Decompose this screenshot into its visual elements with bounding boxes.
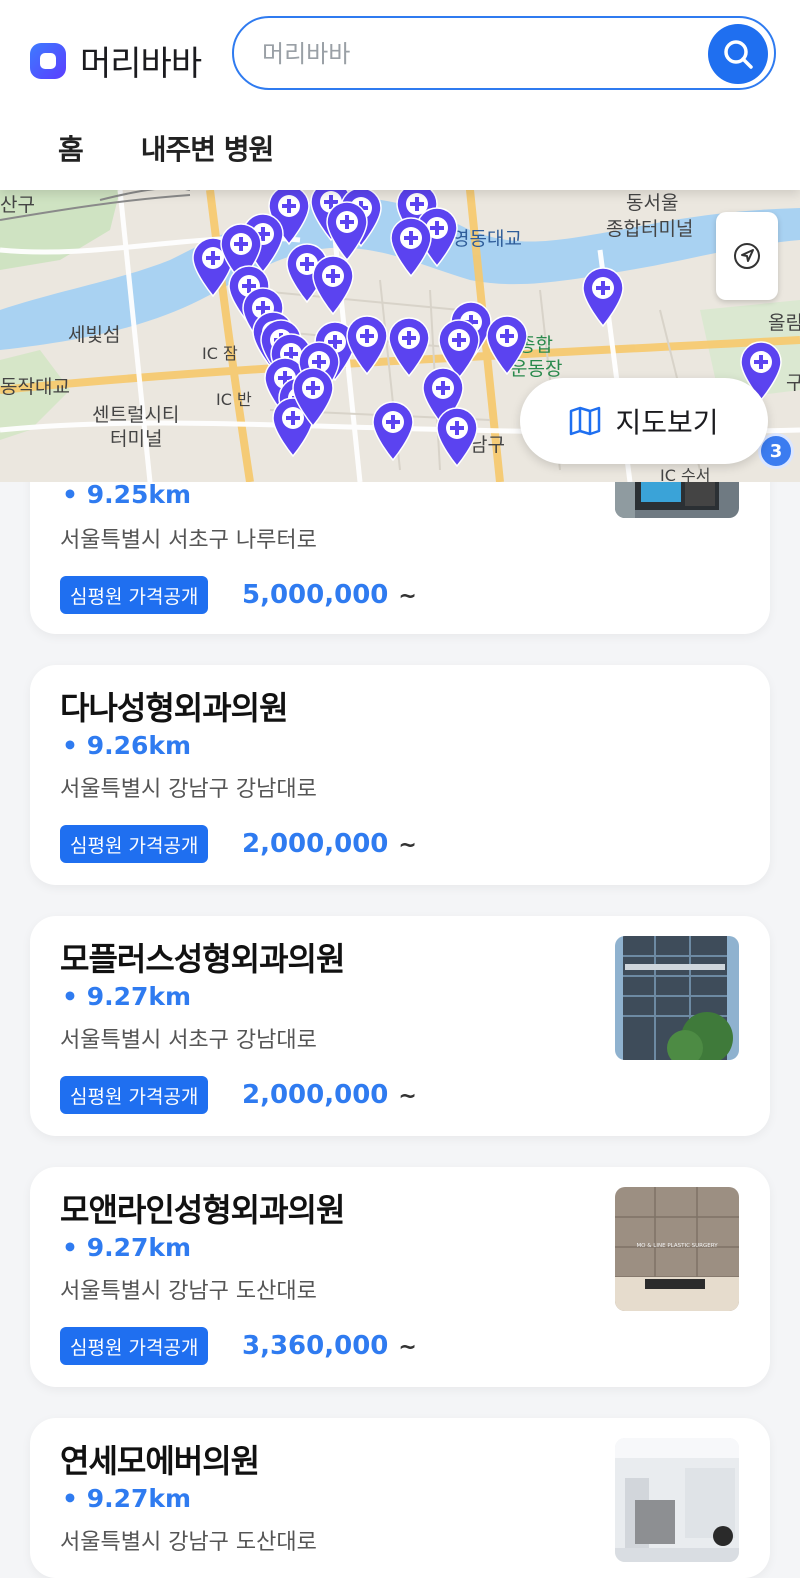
hospital-name: 모플러스성형외과의원: [60, 940, 345, 978]
hospital-card[interactable]: 다나성형외과의원 • 9.26km 서울특별시 강남구 강남대로 심평원 가격공…: [30, 665, 770, 885]
price-disclosure-badge: 심평원 가격공개: [60, 576, 209, 614]
logo-mark-icon: [30, 42, 66, 79]
hospital-address: 서울특별시 서초구 나루터로: [60, 528, 317, 553]
hospital-address: 서울특별시 강남구 도산대로: [60, 1279, 317, 1304]
hospital-pin-icon[interactable]: [388, 216, 434, 278]
hospital-thumbnail: MO & LINE PLASTIC SURGERY: [615, 1187, 739, 1311]
map-label: IC 반: [216, 390, 252, 409]
search-input[interactable]: [260, 32, 684, 76]
map-label: 올림: [768, 312, 800, 334]
price-disclosure-badge: 심평원 가격공개: [60, 1076, 209, 1114]
hospital-address: 서울특별시 서초구 강남대로: [60, 1028, 317, 1053]
map-label: IC 수서: [660, 466, 711, 482]
hospital-price: 5,000,000 ~: [242, 580, 417, 610]
hospital-distance: • 9.27km: [62, 1484, 192, 1513]
hospital-distance: • 9.27km: [62, 982, 192, 1011]
price-disclosure-badge: 심평원 가격공개: [60, 1327, 209, 1365]
hospital-distance: • 9.25km: [62, 480, 192, 509]
hospital-thumbnail: [615, 936, 739, 1060]
navigation-arrow-icon: [734, 243, 760, 269]
hospital-distance: • 9.27km: [62, 1233, 192, 1262]
hospital-price: 2,000,000 ~: [242, 1080, 417, 1110]
map-label: 터미널: [110, 428, 163, 450]
hospital-card[interactable]: 모플러스성형외과의원 • 9.27km 서울특별시 서초구 강남대로 심평원 가…: [30, 916, 770, 1136]
current-location-button[interactable]: [716, 212, 778, 300]
map-label: 영동대교: [452, 228, 522, 250]
hospital-address: 서울특별시 강남구 강남대로: [60, 777, 317, 802]
hospital-map[interactable]: 산구 동서울 종합터미널 영동대교 세빛섬 IC 잠 종합 운동장 올림 동작대…: [0, 190, 800, 482]
map-label: 센트럴시티: [92, 404, 180, 426]
hospital-pin-icon[interactable]: [310, 254, 356, 316]
hospital-pin-icon[interactable]: [484, 314, 530, 376]
hospital-pin-icon[interactable]: [580, 266, 626, 328]
map-label: 동서울: [626, 192, 679, 214]
app-logo[interactable]: 머리바바: [30, 36, 202, 85]
hospital-address: 서울특별시 강남구 도산대로: [60, 1530, 317, 1555]
hospital-name: 다나성형외과의원: [60, 689, 289, 727]
tab-home[interactable]: 홈: [58, 128, 84, 168]
map-label: 산구: [0, 194, 35, 216]
map-label: 종합터미널: [606, 218, 694, 240]
hospital-pin-icon[interactable]: [324, 200, 370, 262]
app-header: 머리바바 홈 내주변 병원: [0, 0, 800, 190]
hospital-pin-icon[interactable]: [344, 314, 390, 376]
map-label: 구: [786, 372, 800, 394]
hospital-name: 연세모에버의원: [60, 1442, 260, 1480]
hospital-name: 모앤라인성형외과의원: [60, 1191, 345, 1229]
map-view-button[interactable]: 지도보기: [520, 378, 768, 464]
map-label: IC 잠: [202, 344, 238, 363]
hospital-pin-icon[interactable]: [370, 400, 416, 462]
search-button[interactable]: [708, 24, 768, 84]
hospital-distance: • 9.26km: [62, 731, 192, 760]
search-icon: [724, 40, 753, 69]
nav-tabs: 홈 내주변 병원: [58, 128, 275, 168]
logo-text: 머리바바: [80, 44, 202, 84]
hospital-price: 3,360,000 ~: [242, 1331, 417, 1361]
hospital-pin-icon[interactable]: [290, 366, 336, 428]
tab-nearby-hospitals[interactable]: 내주변 병원: [141, 128, 275, 168]
price-disclosure-badge: 심평원 가격공개: [60, 825, 209, 863]
map-label: 세빛섬: [68, 324, 121, 346]
hospital-card[interactable]: 연세모에버의원 • 9.27km 서울특별시 강남구 도산대로: [30, 1418, 770, 1578]
map-label: 동작대교: [0, 376, 70, 398]
hospital-thumbnail: [615, 1438, 739, 1562]
hospital-price: 2,000,000 ~: [242, 829, 417, 859]
hospital-pin-icon[interactable]: [434, 406, 480, 468]
search-bar: [232, 16, 776, 90]
hospital-sign-text: MO & LINE PLASTIC SURGERY: [636, 1243, 718, 1249]
map-view-label: 지도보기: [615, 406, 719, 439]
hospital-card[interactable]: 모앤라인성형외과의원 • 9.27km 서울특별시 강남구 도산대로 심평원 가…: [30, 1167, 770, 1387]
map-icon: [570, 406, 601, 436]
